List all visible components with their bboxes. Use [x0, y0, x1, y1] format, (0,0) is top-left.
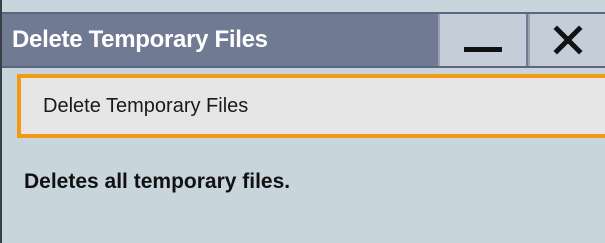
dialog-window: Delete Temporary Files Delete Temporary … — [0, 0, 605, 243]
description-text: Deletes all temporary files. — [24, 170, 291, 193]
minimize-icon — [464, 47, 502, 52]
delete-temporary-files-button[interactable]: Delete Temporary Files — [17, 74, 605, 138]
delete-temporary-files-label: Delete Temporary Files — [43, 95, 249, 117]
minimize-button[interactable] — [438, 14, 526, 66]
close-button[interactable] — [528, 14, 605, 66]
window-title: Delete Temporary Files — [12, 26, 268, 53]
title-bar: Delete Temporary Files — [2, 12, 605, 68]
close-icon — [553, 25, 583, 55]
